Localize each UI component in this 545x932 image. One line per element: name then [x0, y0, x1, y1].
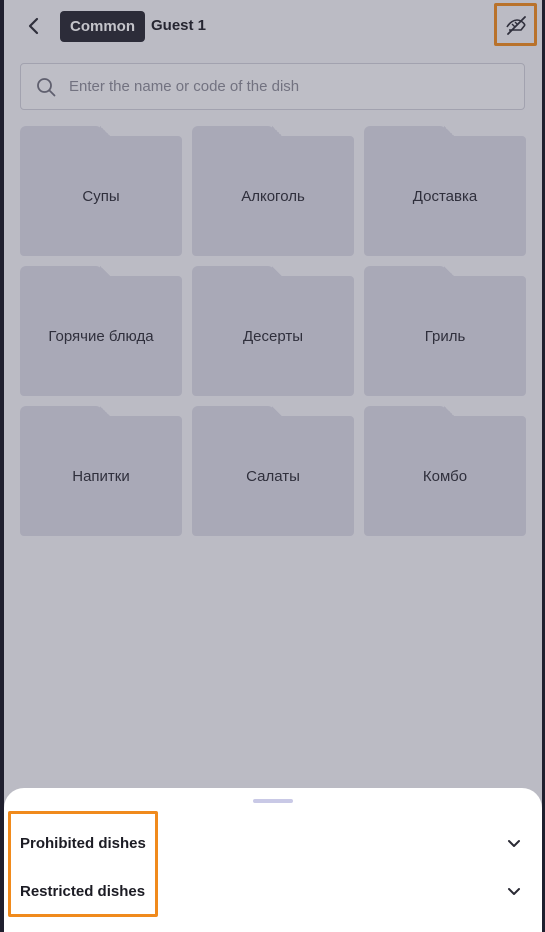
- restricted-dishes-row[interactable]: Restricted dishes: [4, 868, 542, 914]
- app-frame: Common Guest 1 Супы Алкоголь Доставка Го…: [4, 0, 542, 932]
- bottom-sheet: Prohibited dishes Restricted dishes: [4, 788, 542, 932]
- sheet-drag-handle[interactable]: [253, 799, 293, 803]
- row-label: Prohibited dishes: [20, 834, 146, 852]
- row-label: Restricted dishes: [20, 882, 146, 900]
- chevron-down-icon: [508, 888, 520, 895]
- prohibited-dishes-row[interactable]: Prohibited dishes: [4, 820, 542, 866]
- chevron-down-icon: [508, 840, 520, 847]
